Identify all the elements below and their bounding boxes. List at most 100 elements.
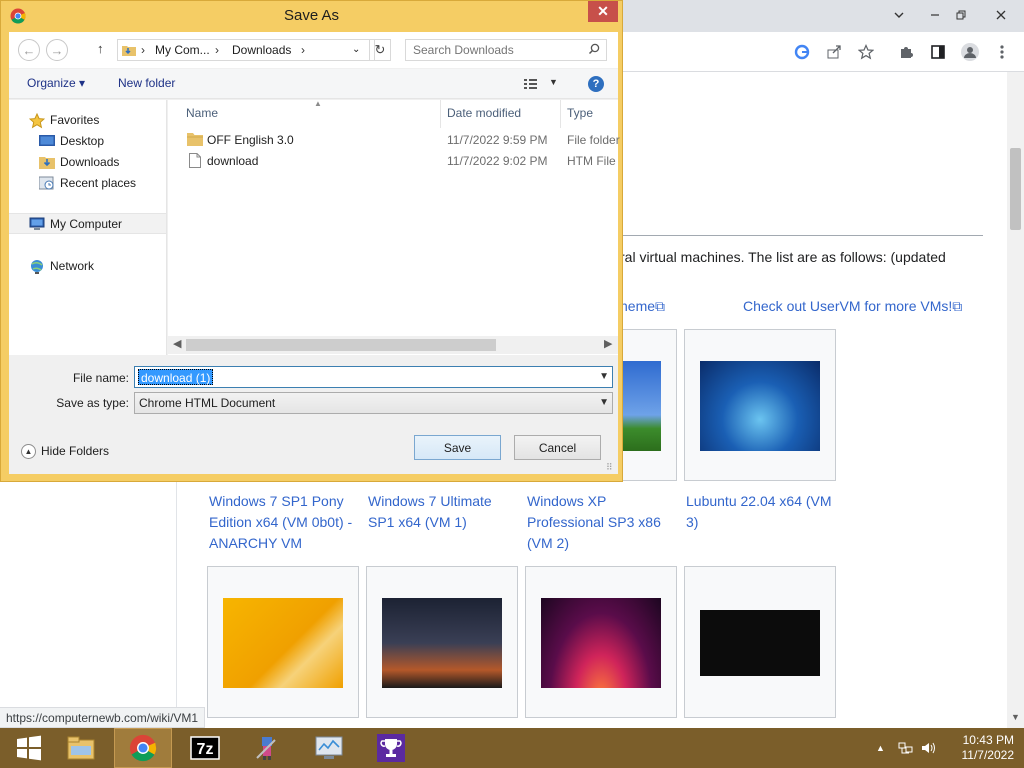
7zip-icon: 7z [190, 736, 220, 760]
save-button[interactable]: Save [414, 435, 501, 460]
share-icon[interactable] [822, 40, 846, 64]
address-bar[interactable]: › My Com... › Downloads › ⌄ [117, 39, 375, 61]
collapse-up-icon: ▲ [21, 443, 36, 459]
taskbar-clock[interactable]: 10:43 PM 11/7/2022 [944, 733, 1015, 763]
search-box[interactable] [405, 39, 607, 61]
show-hidden-icons-arrow[interactable]: ▲ [876, 728, 885, 768]
nav-desktop[interactable]: Desktop [9, 130, 166, 151]
resize-grip-icon[interactable]: ⠿ [606, 462, 613, 473]
network-tray-icon[interactable] [898, 728, 914, 768]
theme-link[interactable]: heme⧉ [620, 298, 665, 315]
nav-desktop-label: Desktop [60, 133, 105, 148]
file-row[interactable]: OFF English 3.0 11/7/2022 9:59 PM File f… [168, 130, 620, 151]
nav-favorites-label: Favorites [50, 112, 100, 127]
dialog-close-button[interactable]: ✕ [588, 1, 618, 22]
external-link-icon: ⧉ [655, 298, 666, 314]
save-type-select[interactable]: Chrome HTML Document ▼ [134, 392, 613, 414]
trophy-app-taskbar-button[interactable] [362, 728, 420, 768]
vm0-caption-link[interactable]: Windows 7 SP1 Pony Edition x64 (VM 0b0t)… [209, 491, 359, 554]
forward-button[interactable]: → [46, 39, 68, 61]
column-header-type[interactable]: Type [567, 106, 593, 120]
file-type: File folder [567, 133, 620, 147]
google-icon[interactable] [790, 40, 814, 64]
7zip-taskbar-button[interactable]: 7z [176, 728, 234, 768]
chevron-down-icon[interactable]: ▼ [599, 371, 609, 382]
svg-text:7z: 7z [197, 741, 214, 758]
vm2-caption-link[interactable]: Windows XP Professional SP3 x86 (VM 2) [527, 491, 677, 554]
organize-menu[interactable]: Organize ▾ [27, 76, 85, 90]
scroll-left-arrow-icon[interactable]: ◀ [173, 337, 181, 350]
column-divider[interactable] [560, 100, 561, 128]
vm3-thumbnail[interactable] [684, 329, 836, 481]
sort-ascending-icon: ▲ [314, 99, 322, 108]
file-date: 11/7/2022 9:59 PM [447, 133, 548, 147]
horizontal-scroll-thumb[interactable] [186, 339, 496, 351]
scroll-right-arrow-icon[interactable]: ▶ [604, 337, 612, 350]
monitor-icon [315, 736, 343, 759]
address-dropdown-icon[interactable]: ⌄ [352, 44, 360, 55]
nav-favorites[interactable]: Favorites [9, 109, 166, 130]
vm6-thumbnail[interactable] [525, 566, 677, 718]
breadcrumb-separator: › [301, 43, 305, 57]
extensions-puzzle-icon[interactable] [894, 40, 918, 64]
chevron-up-icon: ▲ [876, 743, 885, 753]
nav-computer-label: My Computer [50, 216, 123, 231]
close-window-button[interactable] [984, 0, 1018, 30]
back-button[interactable]: ← [18, 39, 40, 61]
file-row[interactable]: download 11/7/2022 9:02 PM HTM File [168, 151, 618, 172]
file-name-input[interactable]: download (1) ▼ [134, 366, 613, 388]
nav-network[interactable]: Network [9, 255, 166, 276]
vm3-caption-link[interactable]: Lubuntu 22.04 x64 (VM 3) [686, 491, 836, 533]
vm4-thumbnail[interactable] [207, 566, 359, 718]
breadcrumb-my-computer[interactable]: My Com... [155, 43, 210, 57]
nav-my-computer[interactable]: My Computer [9, 213, 166, 234]
chrome-taskbar-button[interactable] [114, 728, 172, 768]
nav-downloads[interactable]: Downloads [9, 151, 166, 172]
file-type: HTM File [567, 154, 616, 168]
column-header-name[interactable]: Name [186, 106, 218, 120]
breadcrumb-downloads[interactable]: Downloads [232, 43, 291, 57]
refresh-button[interactable]: ↻ [369, 39, 391, 61]
windows-11-screenshot [541, 598, 661, 688]
chevron-down-icon[interactable] [882, 0, 916, 30]
page-scrollbar[interactable]: ▼ [1007, 72, 1024, 728]
task-manager-taskbar-button[interactable] [300, 728, 358, 768]
bookmark-star-icon[interactable] [854, 40, 878, 64]
new-folder-button[interactable]: New folder [118, 76, 175, 90]
file-explorer-taskbar-button[interactable] [52, 728, 110, 768]
nav-recent-places[interactable]: Recent places [9, 172, 166, 193]
hide-folders-toggle[interactable]: ▲ Hide Folders [21, 441, 109, 461]
refresh-icon: ↻ [374, 42, 386, 57]
view-options-icon[interactable] [524, 78, 538, 93]
help-icon[interactable]: ? [588, 76, 604, 92]
volume-icon[interactable] [921, 728, 937, 768]
chevron-down-icon[interactable]: ▼ [599, 397, 609, 408]
side-panel-icon[interactable] [926, 40, 950, 64]
scroll-down-arrow-icon[interactable]: ▼ [1011, 712, 1020, 722]
column-header-date[interactable]: Date modified [447, 106, 521, 120]
downloads-icon [39, 155, 55, 169]
vm5-thumbnail[interactable] [366, 566, 518, 718]
uservm-link[interactable]: Check out UserVM for more VMs!⧉ [743, 298, 962, 315]
profile-avatar-icon[interactable] [958, 40, 982, 64]
vm7-thumbnail[interactable] [684, 566, 836, 718]
restore-button[interactable] [944, 0, 978, 30]
nav-recent-label: Recent places [60, 175, 137, 190]
cancel-button[interactable]: Cancel [514, 435, 601, 460]
game-taskbar-button[interactable] [238, 728, 296, 768]
dialog-titlebar[interactable]: Save As ✕ [1, 1, 622, 31]
vm1-caption-link[interactable]: Windows 7 Ultimate SP1 x64 (VM 1) [368, 491, 518, 533]
column-divider[interactable] [440, 100, 441, 128]
more-menu-icon[interactable] [990, 40, 1014, 64]
up-arrow-icon[interactable]: ↑ [97, 41, 104, 56]
scrollbar-thumb[interactable] [1010, 148, 1021, 230]
file-list-horizontal-scrollbar[interactable]: ◀ ▶ [168, 336, 618, 354]
forward-arrow-icon: → [50, 42, 64, 58]
search-input[interactable] [406, 40, 586, 60]
start-button[interactable] [0, 728, 58, 768]
breadcrumb-separator: › [141, 43, 145, 57]
network-icon [29, 259, 45, 274]
file-name-selected-text: download (1) [138, 369, 214, 385]
dialog-body: ← → ↑ › My Com... › Downloads › ⌄ ↻ Sear… [9, 32, 620, 474]
view-dropdown-icon[interactable]: ▼ [549, 77, 558, 87]
